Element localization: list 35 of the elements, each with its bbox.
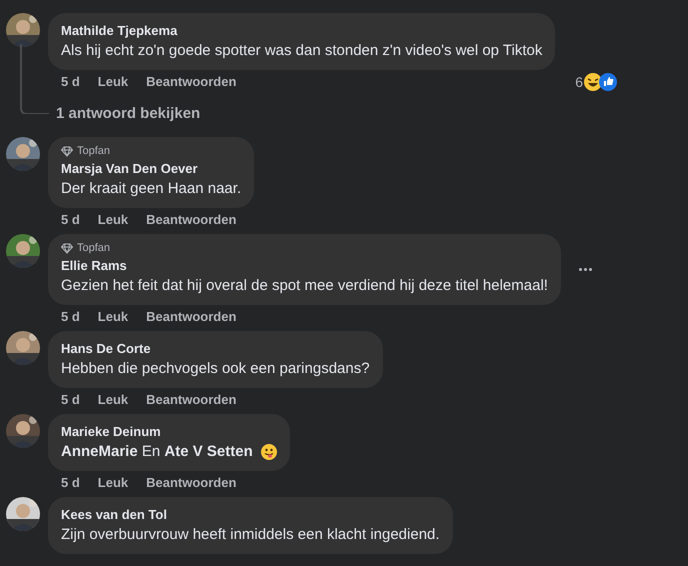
diamond-icon bbox=[61, 146, 73, 157]
comment-author[interactable]: Hans De Corte bbox=[61, 339, 370, 358]
thread-line bbox=[19, 44, 49, 114]
comment-time: 5 d bbox=[61, 308, 80, 326]
comment-text: Als hij echt zo'n goede spotter was dan stonden z'n video's wel op Tiktok bbox=[61, 41, 542, 61]
comment-time: 5 d bbox=[61, 474, 80, 492]
comment-text: Der kraait geen Haan naar. bbox=[61, 179, 242, 199]
reply-link[interactable]: Beantwoorden bbox=[146, 473, 236, 493]
like-link[interactable]: Leuk bbox=[98, 210, 128, 230]
comment-author[interactable]: Kees van den Tol bbox=[61, 505, 440, 524]
like-link[interactable]: Leuk bbox=[98, 390, 128, 410]
comment-time: 5 d bbox=[61, 73, 80, 92]
comment-text: Zijn overbuurvrouw heeft inmiddels een klacht ingediend. bbox=[61, 525, 440, 545]
comment-text: AnneMarie En Ate V Setten bbox=[61, 442, 253, 462]
comment-author[interactable]: Marsja Van Den Oever bbox=[61, 159, 242, 178]
reply-link[interactable]: Beantwoorden bbox=[146, 390, 236, 410]
comment-text: Gezien het feit dat hij overal de spot mee verdiend hij deze titel helemaal! bbox=[61, 276, 548, 296]
comment-text: Hebben die pechvogels ook een paringsdans? bbox=[61, 359, 370, 379]
comment-time: 5 d bbox=[61, 211, 80, 230]
topfan-label: Topfan bbox=[77, 241, 110, 256]
reply-link[interactable]: Beantwoorden bbox=[146, 307, 236, 327]
reply-link[interactable]: Beantwoorden bbox=[146, 72, 236, 92]
like-reaction-icon bbox=[599, 73, 617, 91]
like-link[interactable]: Leuk bbox=[98, 473, 128, 493]
comment-author[interactable]: Ellie Rams bbox=[61, 256, 548, 275]
reply-link[interactable]: Beantwoorden bbox=[146, 210, 236, 230]
like-link[interactable]: Leuk bbox=[98, 72, 128, 92]
view-replies-link[interactable]: 1 antwoord bekijken bbox=[56, 102, 200, 126]
comment-time: 5 d bbox=[61, 391, 80, 410]
topfan-label: Topfan bbox=[77, 144, 110, 160]
reaction-count: 6 bbox=[575, 72, 583, 92]
like-link[interactable]: Leuk bbox=[98, 307, 128, 327]
diamond-icon bbox=[61, 243, 73, 254]
comment-author[interactable]: Mathilde Tjepkema bbox=[61, 21, 542, 40]
comment-author[interactable]: Marieke Deinum bbox=[61, 422, 277, 441]
